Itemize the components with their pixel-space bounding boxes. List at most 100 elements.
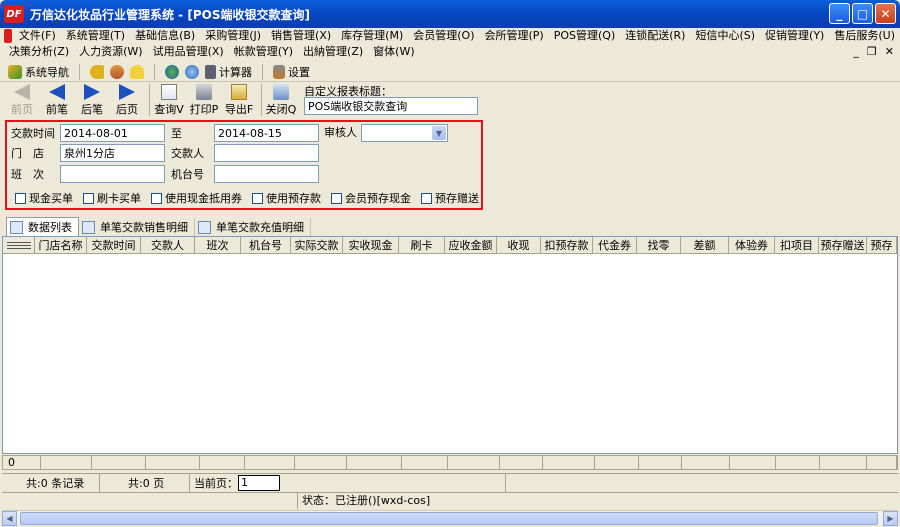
users-icon[interactable]: [110, 64, 124, 79]
auditor-label: 审核人: [324, 126, 357, 139]
column-header[interactable]: 刷卡: [399, 237, 445, 254]
column-header[interactable]: 交款时间: [87, 237, 141, 254]
current-page-input[interactable]: [238, 474, 280, 491]
column-header[interactable]: 实际交款: [291, 237, 343, 254]
bell-icon[interactable]: [130, 64, 144, 79]
scroll-left-icon[interactable]: ◀: [2, 511, 17, 526]
filter-checkbox[interactable]: 预存赠送: [421, 190, 479, 206]
system-nav-button[interactable]: 系统导航: [8, 64, 69, 80]
footer-cell: [595, 456, 639, 469]
toolbar-button[interactable]: 前笔: [41, 83, 73, 117]
checkbox-box[interactable]: [252, 192, 263, 204]
checkbox-box[interactable]: [83, 192, 94, 204]
title-bar[interactable]: DF 万信达化妆品行业管理系统 - [POS端收银交款查询] _ □ ✕: [0, 0, 900, 28]
checkbox-box[interactable]: [421, 192, 432, 204]
menu-item[interactable]: 人力资源(W): [74, 44, 147, 60]
column-header[interactable]: 班次: [195, 237, 241, 254]
scroll-right-icon[interactable]: ▶: [883, 511, 898, 526]
filter-checkbox[interactable]: 刷卡买单: [83, 190, 141, 206]
menu-item[interactable]: 销售管理(X): [266, 28, 336, 44]
horizontal-scrollbar[interactable]: ◀ ▶: [2, 510, 898, 526]
column-header[interactable]: 实收现金: [343, 237, 399, 254]
settings-button[interactable]: 设置: [273, 64, 310, 80]
data-grid[interactable]: 门店名称 交款时间 交款人 班次 机台号 实际交款 实收现金 刷卡 应收金额 收现 扣预存款 代金券找…: [2, 236, 898, 454]
footer-cell: [448, 456, 500, 469]
column-header[interactable]: 代金券: [593, 237, 637, 254]
checkbox-box[interactable]: [15, 192, 26, 204]
column-header[interactable]: 扣项目: [775, 237, 819, 254]
shift-input[interactable]: [60, 165, 165, 183]
maximize-button[interactable]: □: [852, 3, 873, 24]
menu-item[interactable]: 系统管理(T): [61, 28, 130, 44]
footer-cell: [682, 456, 731, 469]
column-header[interactable]: 找零: [637, 237, 681, 254]
terminal-input[interactable]: [214, 165, 319, 183]
column-header[interactable]: 体验券: [729, 237, 775, 254]
menu-item[interactable]: 出納管理(Z): [298, 44, 368, 60]
column-header[interactable]: 应收金额: [445, 237, 497, 254]
checkbox-box[interactable]: [331, 192, 342, 204]
toolbar-button[interactable]: 查询V: [153, 83, 185, 117]
column-header[interactable]: 预存: [867, 237, 897, 254]
info-icon[interactable]: [185, 64, 199, 79]
menu-item[interactable]: 试用品管理(X): [148, 44, 229, 60]
payer-input[interactable]: [214, 144, 319, 162]
column-header[interactable]: 扣预存款: [541, 237, 593, 254]
date-to-input[interactable]: [214, 124, 319, 142]
tab-1[interactable]: 单笔交款销售明细: [79, 218, 195, 236]
tab-2[interactable]: 单笔交款充值明细: [195, 218, 311, 236]
menu-item[interactable]: 会员管理(O): [408, 28, 479, 44]
column-header[interactable]: 交款人: [141, 237, 195, 254]
mdi-minimize-button[interactable]: _: [853, 45, 859, 58]
toolbar-button[interactable]: 导出F: [223, 83, 255, 117]
menu-item[interactable]: 连锁配送(R): [620, 28, 690, 44]
row-indicator-header[interactable]: [3, 237, 35, 254]
minimize-button[interactable]: _: [829, 3, 850, 24]
scroll-thumb[interactable]: [20, 512, 878, 525]
column-header[interactable]: 预存赠送: [819, 237, 867, 254]
menu-item[interactable]: POS管理(Q): [549, 28, 621, 44]
filter-checkbox[interactable]: 使用预存款: [252, 190, 321, 206]
report-title-input[interactable]: [304, 97, 478, 115]
toolbar-button-label: 查询V: [154, 103, 184, 116]
key-icon[interactable]: [90, 64, 104, 79]
menu-item[interactable]: 库存管理(M): [336, 28, 408, 44]
footer-cell: [402, 456, 449, 469]
calculator-button[interactable]: 计算器: [205, 64, 252, 80]
tab-0[interactable]: 数据列表: [6, 217, 79, 236]
chevron-down-icon[interactable]: ▼: [432, 126, 446, 140]
column-header[interactable]: 门店名称: [35, 237, 87, 254]
menu-item[interactable]: 售后服务(U): [829, 28, 900, 44]
menu-item[interactable]: 会所管理(P): [480, 28, 549, 44]
checkbox-box[interactable]: [151, 192, 162, 204]
auditor-select[interactable]: ▼: [361, 124, 448, 142]
toolbar-button[interactable]: 打印P: [188, 83, 220, 117]
date-from-input[interactable]: [60, 124, 165, 142]
filter-checkbox[interactable]: 使用现金抵用券: [151, 190, 242, 206]
filter-checkbox[interactable]: 现金买单: [15, 190, 73, 206]
menu-item[interactable]: 短信中心(S): [690, 28, 760, 44]
globe-icon[interactable]: [165, 64, 179, 79]
menu-item[interactable]: 促销管理(Y): [760, 28, 829, 44]
menu-item[interactable]: 文件(F): [14, 28, 61, 44]
footer-cell: [41, 456, 93, 469]
close-button[interactable]: ✕: [875, 3, 896, 24]
menu-item[interactable]: 帐款管理(Y): [229, 44, 298, 60]
menu-item[interactable]: 采购管理(J): [200, 28, 266, 44]
column-header[interactable]: 收现: [497, 237, 541, 254]
menu-item[interactable]: 决策分析(Z): [4, 44, 74, 60]
mdi-restore-button[interactable]: ❐: [867, 45, 877, 58]
menu-item[interactable]: 基础信息(B): [130, 28, 200, 44]
toolbar-button[interactable]: 关闭Q: [265, 83, 297, 117]
toolbar-button[interactable]: 后笔: [76, 83, 108, 117]
toolbar-button[interactable]: 前页: [6, 83, 38, 117]
column-header[interactable]: 差额: [681, 237, 729, 254]
menu-item[interactable]: 窗体(W): [368, 44, 419, 60]
checkbox-label: 使用现金抵用券: [165, 192, 242, 205]
mdi-app-icon[interactable]: [4, 29, 12, 43]
toolbar-button[interactable]: 后页: [111, 83, 143, 117]
store-input[interactable]: [60, 144, 165, 162]
filter-checkbox[interactable]: 会员预存现金: [331, 190, 411, 206]
column-header[interactable]: 机台号: [241, 237, 291, 254]
mdi-close-button[interactable]: ✕: [885, 45, 894, 58]
